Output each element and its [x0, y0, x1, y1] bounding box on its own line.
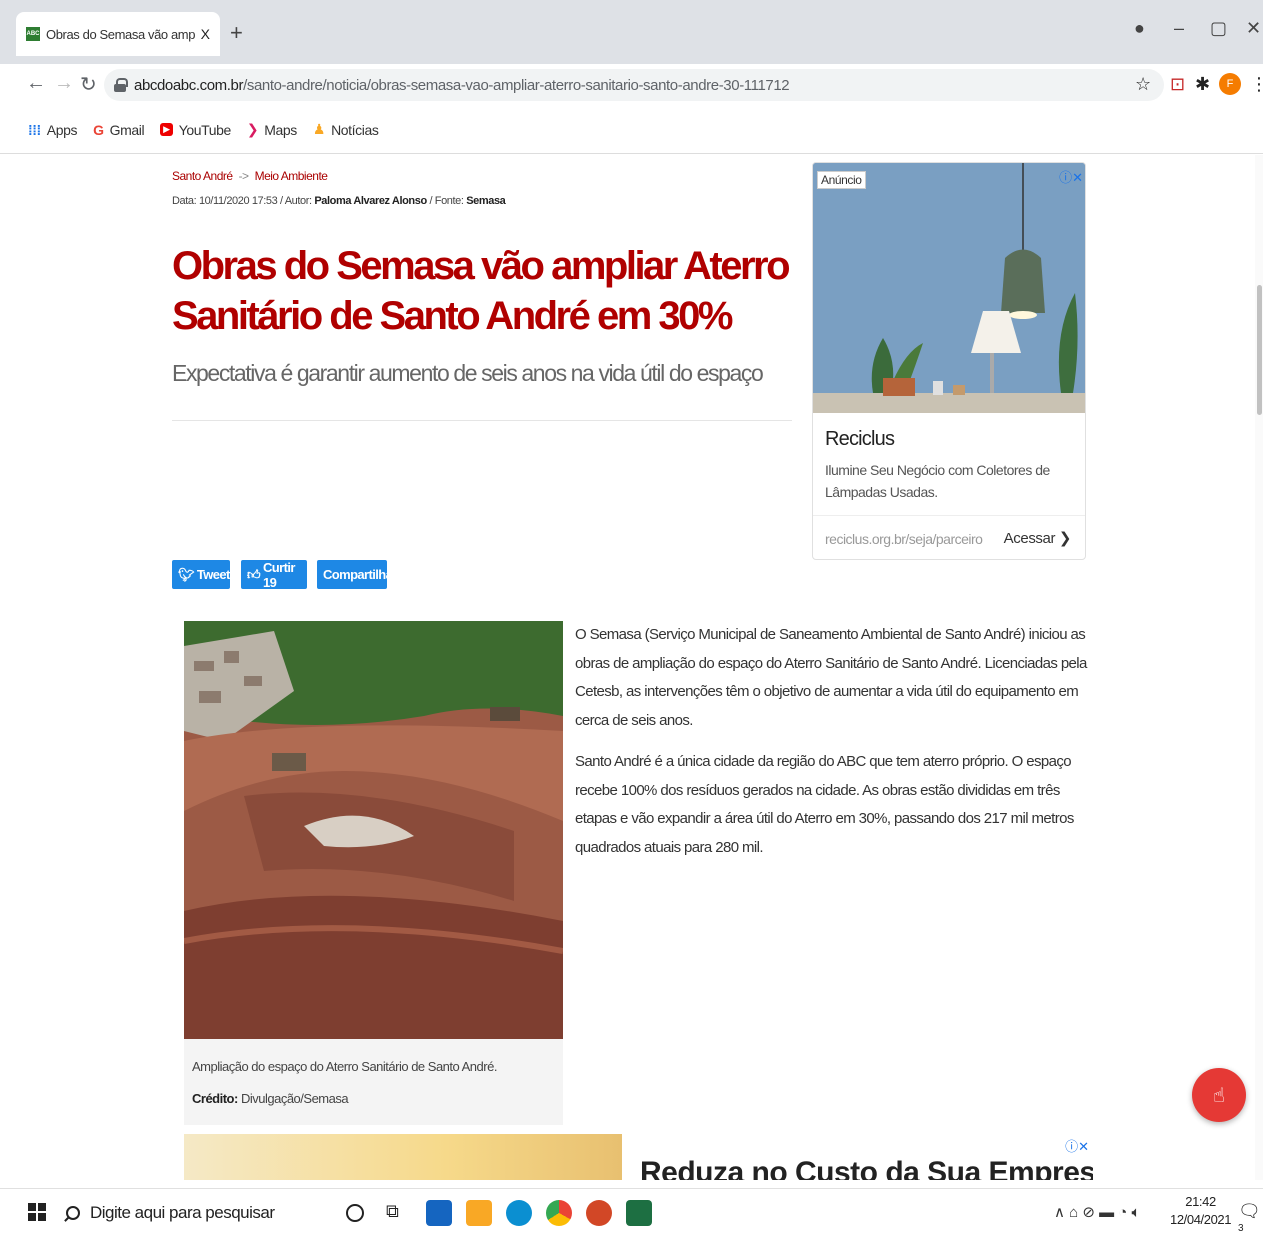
notification-count: 3	[1238, 1223, 1244, 1234]
url-domain: abcdoabc.com.br	[134, 76, 244, 94]
landfill-image	[184, 621, 563, 1039]
inline-ad-close-icon[interactable]: ⓘ✕	[1065, 1136, 1089, 1155]
thumbs-up-icon: 👍︎	[247, 566, 261, 582]
bookmark-maps[interactable]: ❯ Maps	[247, 121, 297, 138]
edge-browser-icon[interactable]	[506, 1200, 532, 1226]
twitter-bird-icon: 🐦︎	[178, 566, 195, 582]
ad-close-icon[interactable]: ⓘ✕	[1059, 167, 1083, 186]
share-button[interactable]: Compartilhar	[317, 560, 397, 589]
inline-ad-image[interactable]	[184, 1134, 622, 1180]
article-body: O Semasa (Serviço Municipal de Saneament…	[575, 621, 1090, 875]
maximize-icon[interactable]: ▢	[1210, 18, 1227, 39]
file-explorer-icon[interactable]	[466, 1200, 492, 1226]
bookmark-youtube[interactable]: ▶ YouTube	[160, 122, 231, 138]
figure-caption: Ampliação do espaço do Aterro Sanitário …	[192, 1059, 497, 1074]
profile-dot-icon[interactable]: ●	[1134, 18, 1145, 39]
article-meta: Data: 10/11/2020 17:53 / Autor: Paloma A…	[172, 195, 506, 207]
article-subtitle: Expectativa é garantir aumento de seis a…	[172, 360, 764, 386]
system-tray-icons[interactable]: ∧ ⌂ ⊘ ▬ ◔ 🔈︎	[1054, 1203, 1141, 1221]
powerpoint-icon[interactable]	[586, 1200, 612, 1226]
bookmark-apps[interactable]: ⁞⁞⁞ Apps	[28, 121, 78, 138]
close-window-icon[interactable]: ✕	[1246, 18, 1261, 39]
site-favicon-icon: ABC	[26, 27, 40, 41]
breadcrumb: Santo André -> Meio Ambiente	[172, 169, 328, 183]
google-icon: G	[93, 121, 104, 138]
ad-description: Ilumine Seu Negócio com Coletores de Lâm…	[825, 462, 1050, 500]
mail-app-icon[interactable]	[426, 1200, 452, 1226]
article-paragraph: O Semasa (Serviço Municipal de Saneament…	[575, 626, 1087, 729]
task-view-icon[interactable]: ⧉	[386, 1201, 412, 1227]
pocket-icon[interactable]: ⊡	[1170, 74, 1185, 95]
breadcrumb-separator: ->	[238, 169, 250, 183]
forward-icon[interactable]: →	[54, 72, 74, 95]
ad-title[interactable]: Reciclus	[825, 428, 895, 451]
bookmarks-bar: ⁞⁞⁞ Apps G Gmail ▶ YouTube ❯ Maps ♟ Notí…	[0, 106, 1263, 154]
lamp-illustration	[813, 163, 1085, 413]
address-bar[interactable]: abcdoabc.com.br/santo-andre/noticia/obra…	[104, 69, 1164, 101]
tab-title: Obras do Semasa vão ampliar At	[46, 26, 195, 42]
taskbar-search-input[interactable]: Digite aqui para pesquisar	[56, 1193, 336, 1233]
bookmark-noticias[interactable]: ♟ Notícias	[313, 121, 379, 138]
extensions-icon[interactable]: ✱	[1195, 74, 1210, 95]
excel-icon[interactable]	[626, 1200, 652, 1226]
taskbar-clock[interactable]: 21:42 12/04/2021	[1170, 1193, 1231, 1229]
chrome-browser-icon[interactable]	[546, 1200, 572, 1226]
figure-credit: Crédito: Divulgação/Semasa	[192, 1091, 349, 1106]
bookmark-gmail[interactable]: G Gmail	[93, 122, 144, 138]
lock-icon	[114, 78, 128, 92]
close-tab-icon[interactable]: X	[201, 26, 210, 42]
breadcrumb-city[interactable]: Santo André	[172, 169, 233, 183]
scrollbar-thumb[interactable]	[1257, 285, 1262, 415]
sidebar-ad[interactable]: Anúncio ⓘ✕ Reciclus Ilumine Seu Negócio …	[812, 162, 1086, 560]
article-figure: Ampliação do espaço do Aterro Sanitário …	[184, 621, 563, 1125]
menu-dots-icon[interactable]: ⋮	[1250, 74, 1263, 95]
windows-taskbar: Digite aqui para pesquisar ⧉ ∧ ⌂ ⊘ ▬ ◔ 🔈…	[0, 1188, 1263, 1236]
ad-domain[interactable]: reciclus.org.br/seja/parceiro	[825, 531, 983, 547]
author-name: Paloma Alvarez Alonso	[314, 195, 427, 207]
breadcrumb-section[interactable]: Meio Ambiente	[255, 169, 328, 183]
divider	[172, 420, 792, 421]
ad-label: Anúncio	[817, 171, 866, 189]
page-scrollbar[interactable]	[1255, 155, 1263, 1180]
accessibility-fab-button[interactable]: ☝︎	[1192, 1068, 1246, 1122]
article-paragraph: Santo André é a única cidade da região d…	[575, 753, 1074, 856]
notifications-icon[interactable]: 🗨︎3	[1238, 1201, 1263, 1243]
source-name: Semasa	[466, 195, 506, 207]
page-content: Santo André -> Meio Ambiente Data: 10/11/2…	[0, 155, 1263, 1180]
bookmark-star-icon[interactable]: ☆	[1135, 74, 1151, 95]
url-path: /santo-andre/noticia/obras-semasa-vao-am…	[243, 76, 790, 94]
landfill-photo[interactable]	[184, 621, 563, 1039]
cortana-icon[interactable]	[346, 1204, 364, 1222]
apps-grid-icon: ⁞⁞⁞	[28, 121, 41, 138]
ad-cta-button[interactable]: Acessar ❯	[1004, 529, 1072, 547]
back-icon[interactable]: ←	[26, 72, 46, 95]
like-button[interactable]: 👍︎ Curtir 19	[241, 560, 307, 590]
new-tab-button[interactable]: +	[230, 20, 243, 46]
search-icon	[66, 1206, 80, 1220]
youtube-icon: ▶	[160, 123, 173, 136]
tab-strip: ABC Obras do Semasa vão ampliar At X + ●…	[0, 0, 1263, 64]
maps-chevron-icon: ❯	[246, 121, 259, 137]
inline-ad-title[interactable]: Reduza no Custo da Sua Empresa	[640, 1156, 1093, 1180]
minimize-icon[interactable]: –	[1174, 18, 1184, 39]
reload-icon[interactable]: ↻	[80, 72, 97, 97]
ad-image[interactable]: Anúncio ⓘ✕	[813, 163, 1085, 413]
browser-tab[interactable]: ABC Obras do Semasa vão ampliar At X	[16, 12, 220, 56]
hand-pointer-icon: ☝︎	[1212, 1084, 1226, 1107]
ad-footer: reciclus.org.br/seja/parceiro Acessar ❯	[813, 515, 1085, 559]
tweet-button[interactable]: 🐦︎ Tweetar	[172, 560, 241, 589]
windows-start-icon[interactable]	[28, 1203, 46, 1221]
inline-ad[interactable]: ⓘ✕ Reduza no Custo da Sua Empresa	[184, 1134, 1093, 1180]
profile-avatar[interactable]: F	[1219, 73, 1241, 95]
news-icon: ♟	[312, 121, 326, 137]
page-title: Obras do Semasa vão ampliar Aterro Sanit…	[172, 244, 791, 338]
browser-toolbar: ← → ↻ abcdoabc.com.br/santo-andre/notici…	[0, 64, 1263, 106]
